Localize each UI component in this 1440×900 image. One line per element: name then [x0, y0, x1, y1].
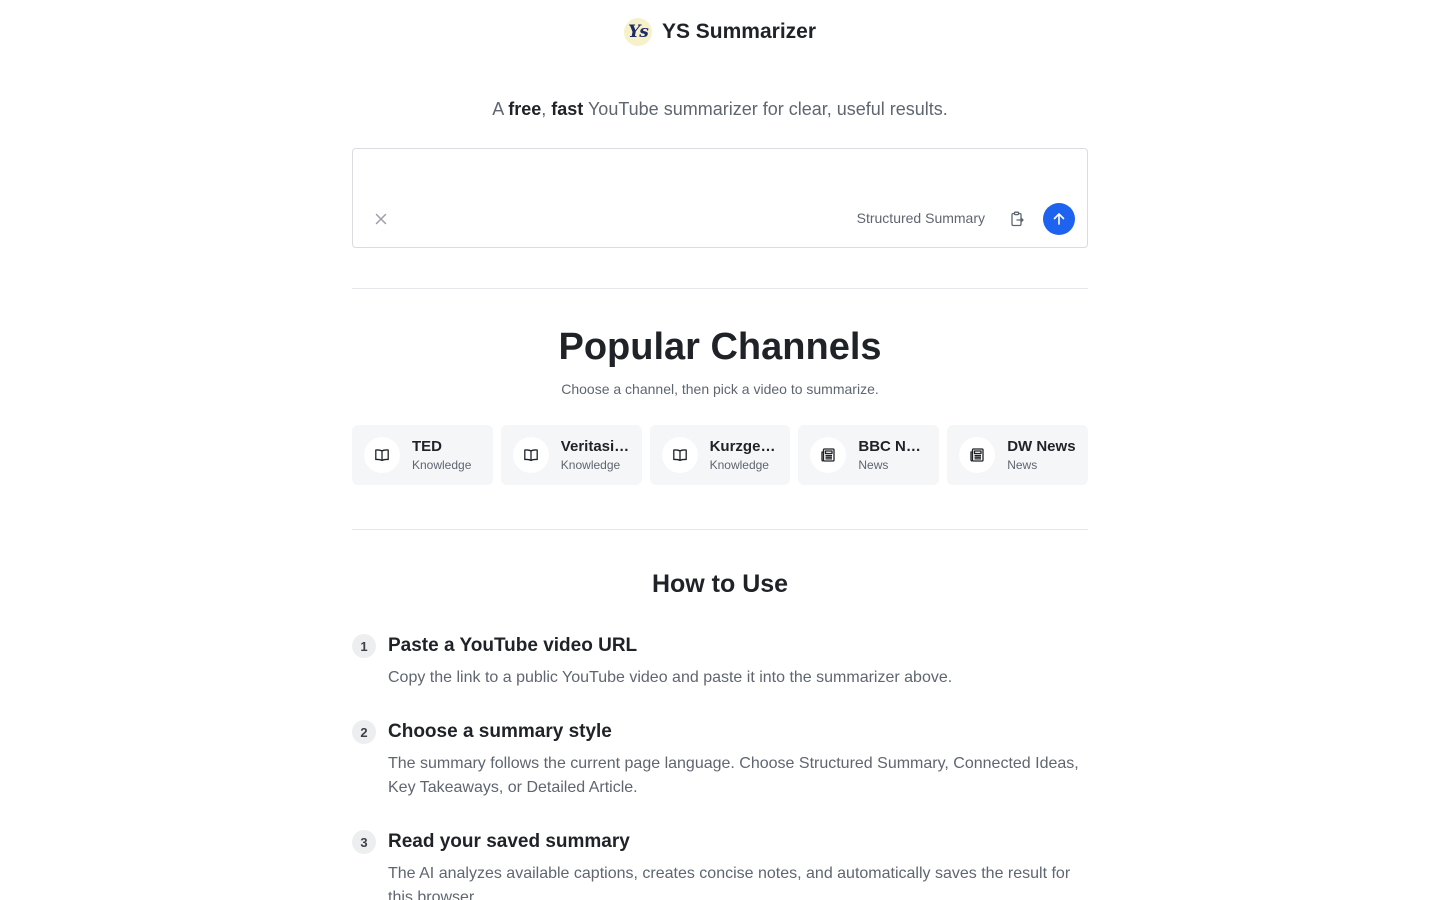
tagline-suffix: YouTube summarizer for clear, useful res… [583, 99, 948, 119]
channel-card-ted[interactable]: TED Knowledge [352, 425, 493, 485]
logo[interactable]: Ys [623, 18, 652, 46]
step-title: Paste a YouTube video URL [388, 635, 638, 656]
tagline-prefix: A [492, 99, 509, 119]
channel-card-veritasium[interactable]: Veritasium Knowledge [500, 425, 642, 485]
arrow-up-icon [1053, 213, 1065, 225]
popular-channels-title: Popular Channels [558, 326, 882, 368]
channel-card-dw-news[interactable]: DW News News [947, 425, 1088, 485]
clipboard-paste-icon [1011, 211, 1024, 227]
channel-list: TED Knowledge Veritasium Knowledge Kurzg… [352, 425, 1088, 485]
step-title: Choose a summary style [388, 721, 612, 742]
step-number-badge: 3 [352, 830, 376, 854]
book-open-icon [364, 437, 400, 473]
step-item: 2 Choose a summary style The summary fol… [352, 718, 1088, 800]
newspaper-icon [810, 437, 847, 473]
logo-text: Ys [628, 22, 649, 42]
book-open-icon [512, 437, 549, 473]
submit-button[interactable] [1043, 203, 1075, 235]
channel-name: DW News [1007, 438, 1076, 455]
divider [352, 288, 1088, 289]
step-description: The AI analyzes available captions, crea… [388, 865, 1071, 900]
step-number-badge: 2 [352, 720, 376, 744]
step-description: Copy the link to a public YouTube video … [388, 669, 953, 686]
channel-category: News [1007, 458, 1038, 472]
step-description: The summary follows the current page lan… [388, 755, 1079, 796]
paste-button[interactable] [1005, 207, 1029, 231]
step-title: Read your saved summary [388, 831, 630, 852]
app-header: Ys YS Summarizer [0, 14, 1440, 50]
step-item: 1 Paste a YouTube video URL Copy the lin… [352, 632, 1088, 690]
app-title: YS Summarizer [661, 20, 817, 43]
clear-button[interactable] [373, 209, 389, 229]
how-to-use-title: How to Use [651, 570, 789, 598]
tagline-bold-free: free [508, 99, 542, 119]
step-item: 3 Read your saved summary The AI analyze… [352, 828, 1088, 900]
how-to-steps: 1 Paste a YouTube video URL Copy the lin… [352, 632, 1088, 900]
channel-category: Knowledge [560, 458, 621, 472]
channel-name: Kurzgesagt [709, 438, 779, 455]
channel-name: Veritasium [560, 438, 630, 455]
divider [352, 529, 1088, 530]
summary-style-select[interactable]: Structured Summary [857, 210, 985, 226]
tagline-bold-fast: fast [551, 99, 584, 119]
tagline: A free, fast YouTube summarizer for clea… [0, 99, 1440, 120]
channel-category: News [858, 458, 889, 472]
step-number-badge: 1 [352, 634, 376, 658]
close-icon [375, 213, 387, 225]
url-input[interactable] [367, 163, 1067, 187]
newspaper-icon [959, 437, 996, 473]
book-open-icon [661, 437, 698, 473]
channel-card-bbc-news[interactable]: BBC News News [798, 425, 940, 485]
channel-name: BBC News [858, 438, 928, 455]
channel-card-kurzgesagt[interactable]: Kurzgesagt Knowledge [649, 425, 791, 485]
channel-name: TED [412, 438, 442, 455]
summarizer-input-box: Structured Summary [352, 148, 1088, 248]
popular-channels-subtitle: Choose a channel, then pick a video to s… [561, 381, 879, 397]
channel-category: Knowledge [412, 458, 472, 472]
tagline-separator: , [541, 99, 552, 119]
channel-category: Knowledge [709, 458, 769, 472]
